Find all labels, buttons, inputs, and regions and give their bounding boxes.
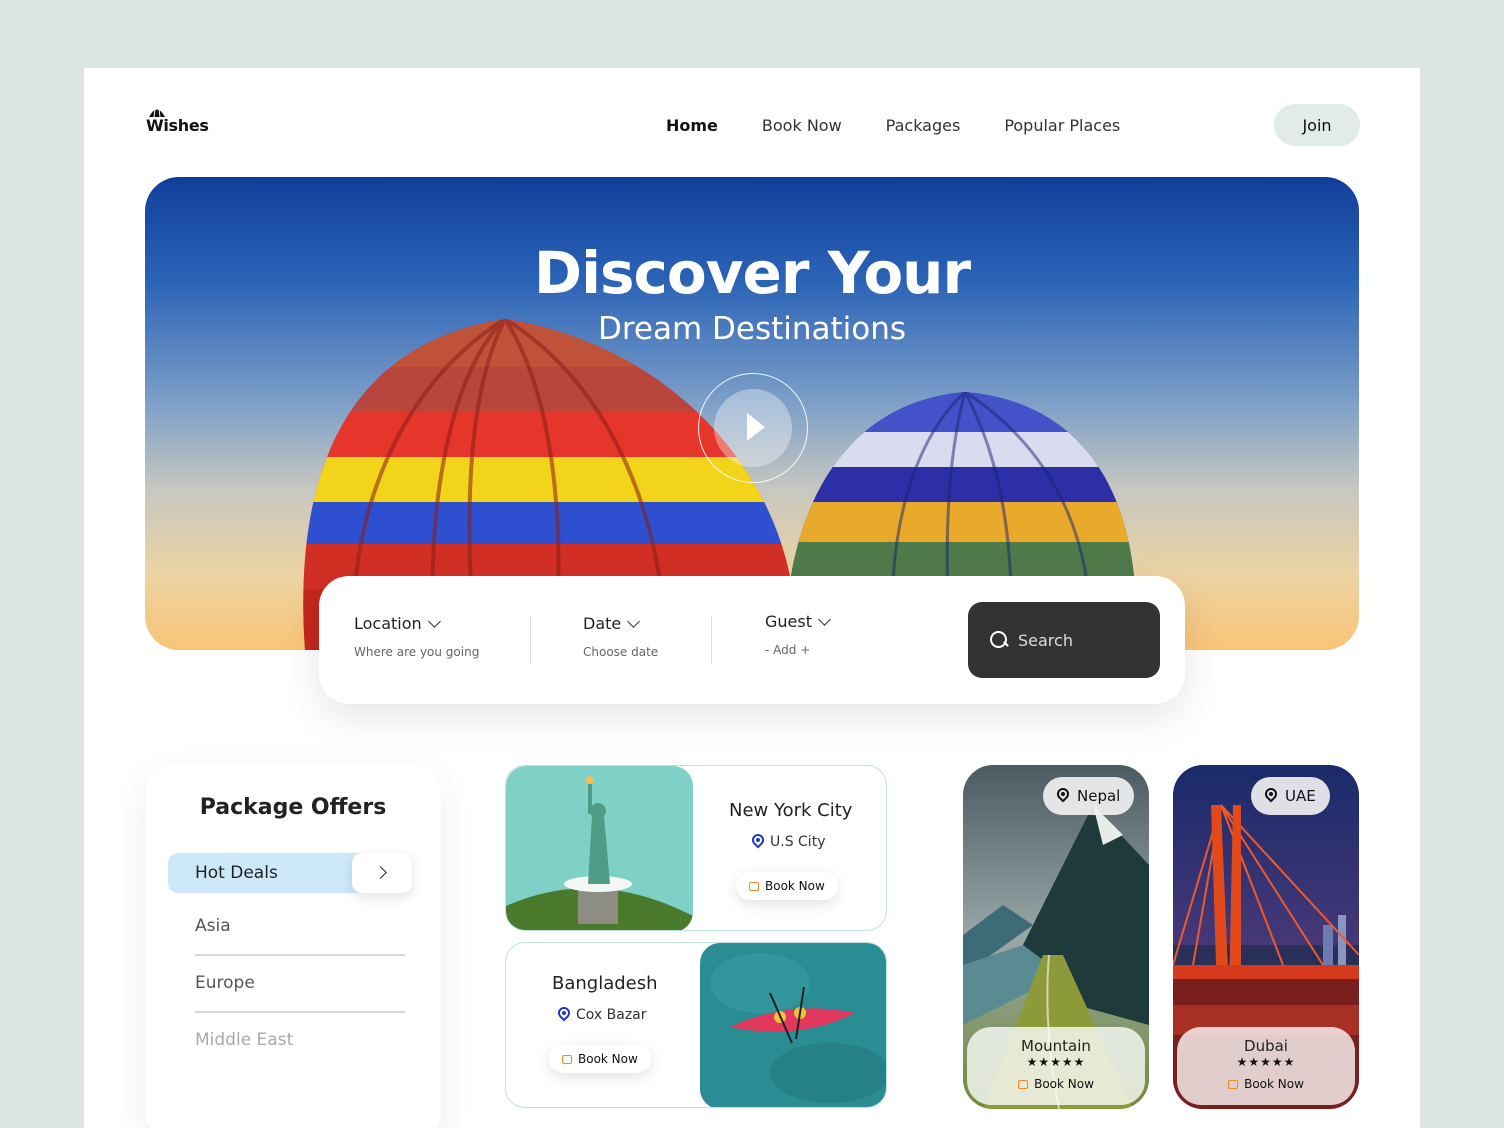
nav-home[interactable]: Home xyxy=(666,116,718,135)
location-pin-icon xyxy=(558,1007,570,1023)
chevron-down-icon xyxy=(627,614,641,628)
destination-name: New York City xyxy=(729,800,853,821)
divider xyxy=(530,616,531,664)
play-icon xyxy=(747,413,765,441)
nav-packages[interactable]: Packages xyxy=(886,116,961,135)
featured-card-nepal[interactable]: Nepal Mountain ★★★★★ Book Now xyxy=(963,765,1149,1109)
book-now-button[interactable]: Book Now xyxy=(1177,1077,1355,1091)
ticket-icon xyxy=(1228,1079,1239,1089)
rating-stars: ★★★★★ xyxy=(1026,1055,1086,1069)
book-now-label: Book Now xyxy=(1244,1077,1304,1091)
chevron-down-icon xyxy=(427,614,441,628)
offer-item-middle-east[interactable]: Middle East xyxy=(195,1030,293,1050)
hero-subtitle: Dream Destinations xyxy=(597,311,907,347)
main-nav: Home Book Now Packages Popular Places xyxy=(666,116,1164,135)
nav-book-now[interactable]: Book Now xyxy=(762,116,842,135)
rating-stars: ★★★★★ xyxy=(1236,1055,1296,1069)
featured-info: Dubai ★★★★★ Book Now xyxy=(1177,1027,1355,1105)
destination-location-label: Cox Bazar xyxy=(576,1007,647,1023)
guest-stepper[interactable]: - Add + xyxy=(765,643,829,657)
ticket-icon xyxy=(562,1054,572,1064)
destination-name: Bangladesh xyxy=(552,973,658,994)
location-badge-label: UAE xyxy=(1285,787,1316,805)
location-pin-icon xyxy=(1057,788,1069,804)
location-field[interactable]: Location Where are you going xyxy=(354,614,479,659)
divider xyxy=(195,954,405,956)
play-video-button[interactable] xyxy=(698,373,808,483)
destination-location: Cox Bazar xyxy=(558,1007,647,1023)
hero-title: Discover Your xyxy=(533,239,971,307)
featured-card-uae[interactable]: UAE Dubai ★★★★★ Book Now xyxy=(1173,765,1359,1109)
play-button-inner xyxy=(714,389,792,467)
book-now-label: Book Now xyxy=(578,1052,638,1066)
featured-name: Mountain xyxy=(1021,1037,1091,1055)
kayak-image xyxy=(700,943,886,1107)
offer-item-asia[interactable]: Asia xyxy=(195,916,231,936)
guest-label: Guest xyxy=(765,612,812,631)
destination-location-label: U.S City xyxy=(770,834,826,850)
ticket-icon xyxy=(1018,1079,1029,1089)
hot-deals-label: Hot Deals xyxy=(195,863,278,883)
divider xyxy=(711,616,712,664)
guest-field[interactable]: Guest - Add + xyxy=(765,612,831,657)
join-button[interactable]: Join xyxy=(1274,104,1360,146)
chevron-down-icon xyxy=(818,612,831,626)
ticket-icon xyxy=(749,881,759,891)
location-badge[interactable]: UAE xyxy=(1251,777,1330,815)
location-pin-icon xyxy=(1265,788,1277,804)
destination-location: U.S City xyxy=(752,834,825,850)
search-icon xyxy=(990,631,1008,649)
statue-of-liberty-image xyxy=(506,766,693,930)
location-badge-label: Nepal xyxy=(1077,787,1121,805)
book-now-button[interactable]: Book Now xyxy=(736,872,838,900)
featured-info: Mountain ★★★★★ Book Now xyxy=(967,1027,1145,1105)
date-hint: Choose date xyxy=(583,645,659,659)
search-button-label: Search xyxy=(1018,630,1073,650)
brand-logo[interactable]: Wishes xyxy=(146,106,216,136)
package-offers-panel: Package Offers Hot Deals Asia Europe Mid… xyxy=(145,765,441,1128)
location-label: Location xyxy=(354,614,422,633)
destination-card[interactable]: Bangladesh Cox Bazar Book Now xyxy=(505,942,887,1108)
location-hint: Where are you going xyxy=(354,645,480,659)
date-label: Date xyxy=(583,614,622,633)
book-now-button[interactable]: Book Now xyxy=(967,1077,1145,1091)
chevron-right-icon[interactable] xyxy=(352,853,412,893)
location-pin-icon xyxy=(752,834,764,850)
hot-deals-item[interactable]: Hot Deals xyxy=(168,853,412,893)
search-button[interactable]: Search xyxy=(968,602,1160,678)
destination-card[interactable]: New York City U.S City Book Now xyxy=(505,765,887,931)
nav-popular-places[interactable]: Popular Places xyxy=(1004,116,1120,135)
book-now-label: Book Now xyxy=(1034,1077,1094,1091)
brand-name: Wishes xyxy=(146,116,209,135)
package-offers-title: Package Offers xyxy=(199,795,387,820)
search-bar: Location Where are you going Date Choose… xyxy=(319,576,1185,704)
page: Wishes Home Book Now Packages Popular Pl… xyxy=(84,68,1420,1128)
book-now-label: Book Now xyxy=(765,879,825,893)
divider xyxy=(195,1011,405,1013)
location-badge[interactable]: Nepal xyxy=(1043,777,1135,815)
offer-item-europe[interactable]: Europe xyxy=(195,973,255,993)
book-now-button[interactable]: Book Now xyxy=(549,1045,651,1073)
featured-name: Dubai xyxy=(1244,1037,1288,1055)
date-field[interactable]: Date Choose date xyxy=(583,614,658,659)
